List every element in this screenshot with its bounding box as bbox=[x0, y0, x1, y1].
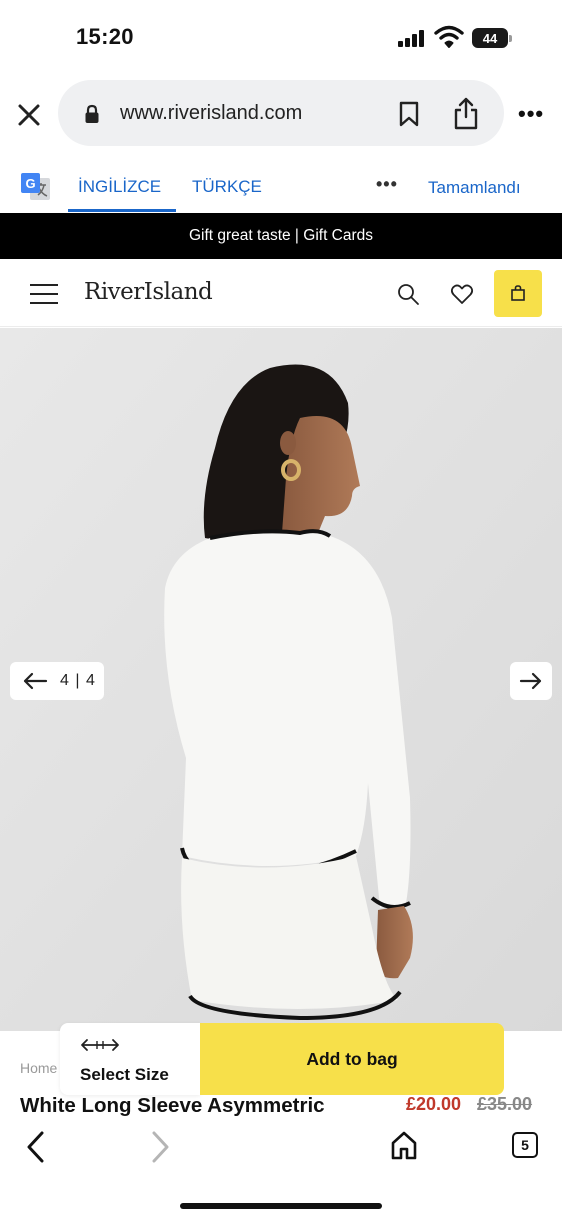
svg-text:G: G bbox=[25, 176, 35, 191]
url-text: www.riverisland.com bbox=[120, 102, 303, 124]
url-field[interactable]: www.riverisland.com bbox=[58, 80, 504, 146]
select-size-button[interactable]: Select Size bbox=[60, 1023, 200, 1095]
shopping-bag-icon bbox=[511, 285, 525, 301]
add-to-bag-label: Add to bag bbox=[306, 1048, 398, 1069]
arrow-right-icon bbox=[519, 672, 542, 690]
active-tab-indicator bbox=[68, 209, 176, 212]
site-logo[interactable]: RiverIsland bbox=[84, 279, 213, 305]
wifi-icon bbox=[434, 25, 464, 48]
arrow-left-icon bbox=[23, 672, 48, 690]
tab-turkish[interactable]: TÜRKÇE bbox=[192, 177, 262, 197]
shopping-bag-button[interactable] bbox=[494, 270, 542, 317]
share-icon[interactable] bbox=[452, 96, 480, 130]
home-icon[interactable] bbox=[390, 1130, 418, 1160]
battery-level: 44 bbox=[482, 30, 498, 46]
breadcrumb[interactable]: Home bbox=[20, 1060, 57, 1076]
product-title: White Long Sleeve Asymmetric bbox=[20, 1094, 325, 1117]
sale-price: £20.00 bbox=[406, 1094, 462, 1114]
close-icon[interactable] bbox=[14, 100, 44, 130]
gallery-counter: 4 | 4 bbox=[60, 672, 96, 689]
battery-icon: 44 bbox=[472, 28, 512, 48]
tab-english[interactable]: İNGİLİZCE bbox=[78, 177, 161, 197]
promo-text: Gift great taste | Gift Cards bbox=[188, 227, 374, 244]
browser-address-bar: www.riverisland.com ••• bbox=[0, 80, 562, 148]
translate-done-button[interactable]: Tamamlandı bbox=[428, 178, 521, 198]
cellular-signal-icon bbox=[398, 30, 424, 47]
lock-icon bbox=[85, 104, 99, 123]
wishlist-heart-icon[interactable] bbox=[450, 283, 474, 305]
google-translate-icon[interactable]: G bbox=[20, 172, 52, 202]
hamburger-menu-icon[interactable] bbox=[30, 284, 58, 304]
forward-arrow-icon[interactable] bbox=[146, 1130, 174, 1164]
translate-bar: G İNGİLİZCE TÜRKÇE ••• Tamamlandı bbox=[0, 160, 562, 214]
status-time: 15:20 bbox=[76, 24, 134, 49]
size-arrows-icon bbox=[81, 1039, 119, 1051]
select-size-label: Select Size bbox=[80, 1065, 169, 1084]
add-to-bag-button[interactable]: Add to bag bbox=[200, 1023, 504, 1095]
gallery-next-button[interactable] bbox=[510, 662, 552, 700]
site-header: RiverIsland bbox=[0, 259, 562, 327]
tabs-button[interactable]: 5 bbox=[512, 1132, 538, 1158]
search-icon[interactable] bbox=[396, 282, 420, 306]
gallery-prev-button[interactable]: 4 | 4 bbox=[10, 662, 104, 700]
bookmark-icon[interactable] bbox=[398, 101, 420, 127]
product-image[interactable]: 4 | 4 bbox=[0, 328, 562, 1031]
back-arrow-icon[interactable] bbox=[22, 1130, 50, 1164]
home-indicator bbox=[180, 1203, 382, 1209]
promo-banner[interactable]: Gift great taste | Gift Cards bbox=[0, 213, 562, 259]
more-options-icon[interactable]: ••• bbox=[518, 103, 548, 125]
translate-more-button[interactable]: ••• bbox=[376, 174, 398, 195]
original-price: £35.00 bbox=[477, 1094, 533, 1114]
status-bar: 15:20 44 bbox=[0, 0, 562, 78]
